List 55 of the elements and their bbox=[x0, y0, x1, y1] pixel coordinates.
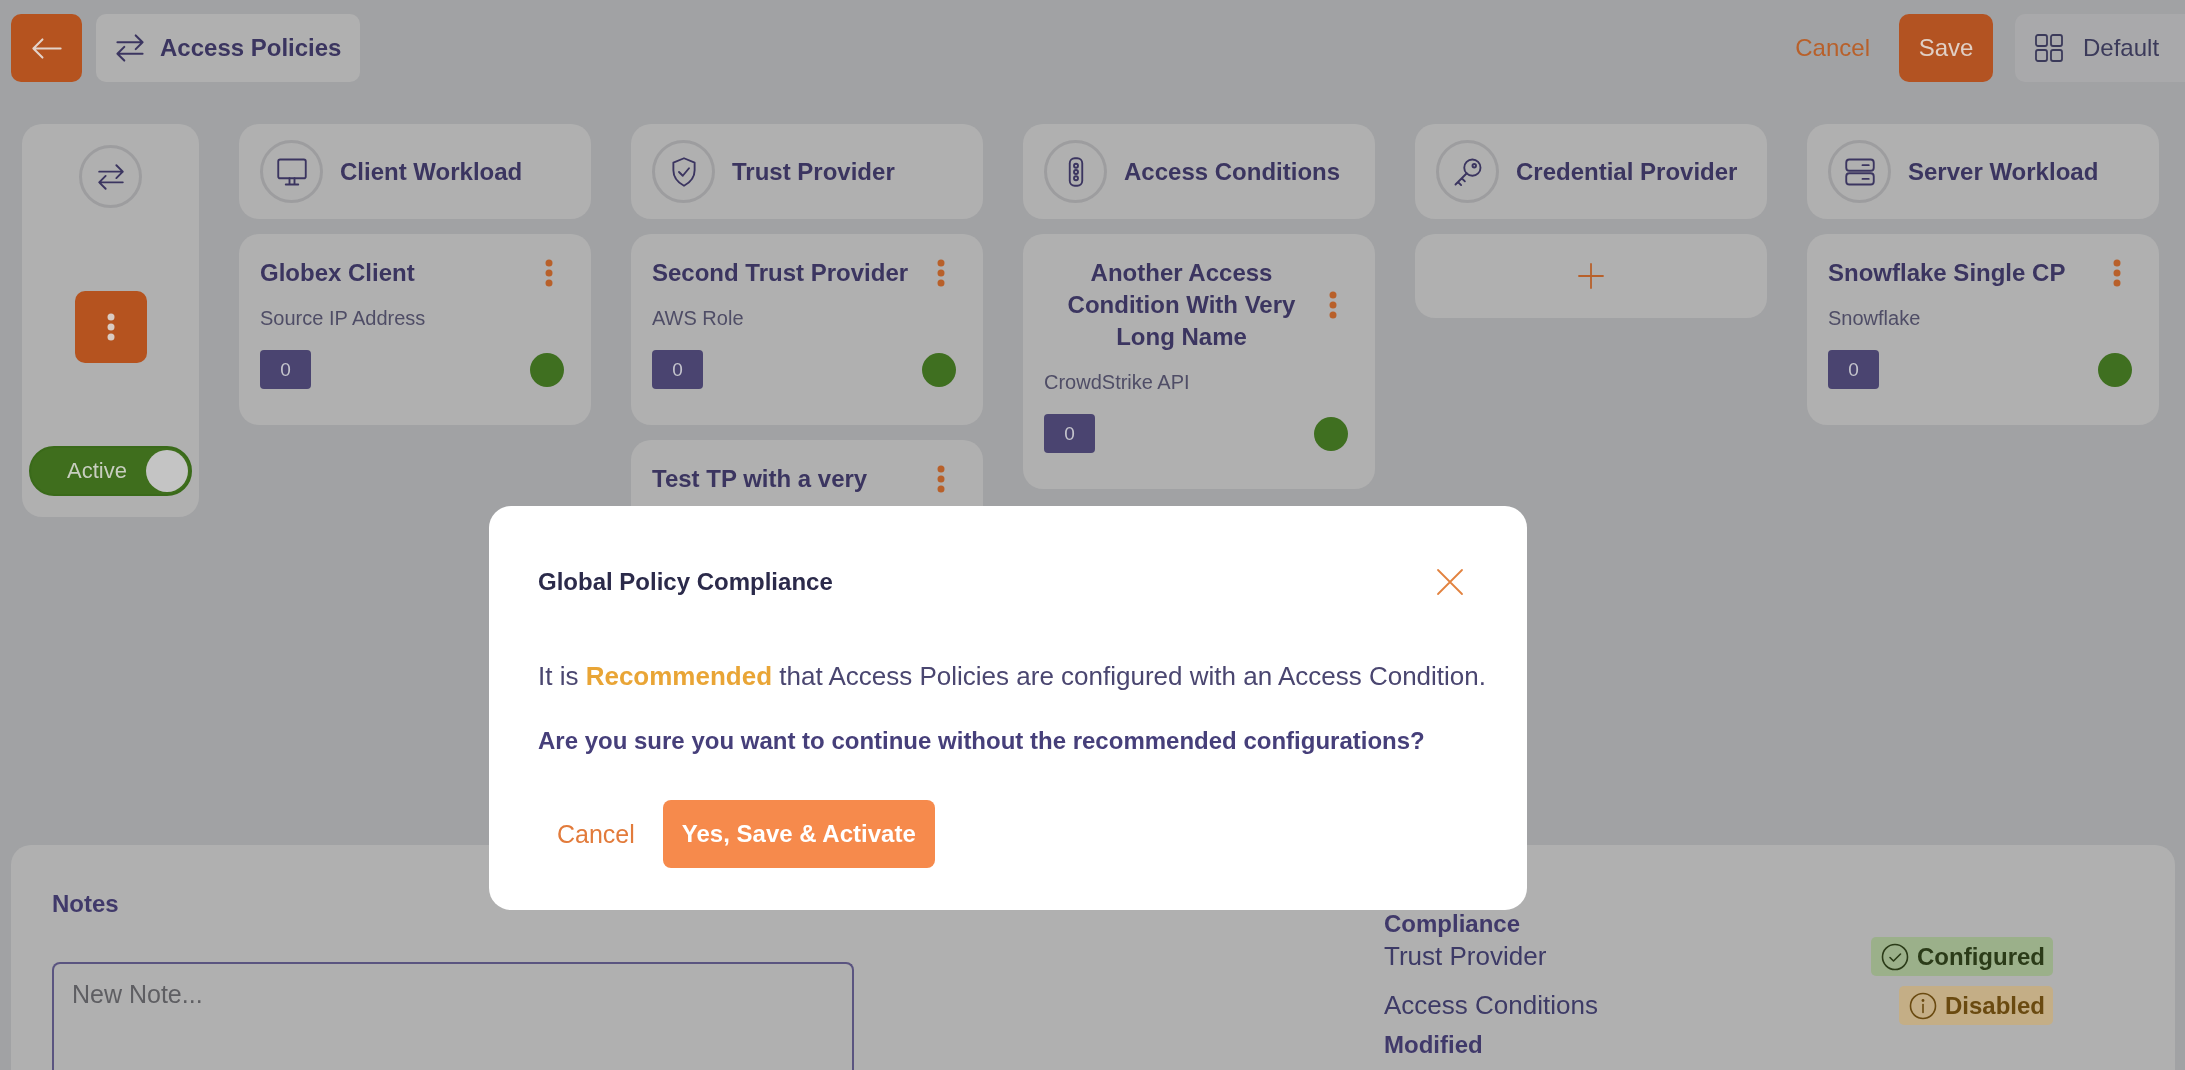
close-icon bbox=[1436, 568, 1464, 596]
item-title: Snowflake Single CP bbox=[1828, 258, 2066, 288]
confirm-button[interactable]: Yes, Save & Activate bbox=[662, 800, 935, 868]
item-type: CrowdStrike API bbox=[1044, 370, 1191, 394]
column-title: Access Conditions bbox=[1124, 157, 1341, 186]
page-title: Access Policies bbox=[160, 34, 342, 62]
item-card[interactable]: Snowflake Single CP Snowflake 0 bbox=[1807, 234, 2159, 425]
dialog-message: It is Recommended that Access Policies are configured with an Access Condition. bbox=[538, 660, 1487, 692]
dots-vertical-icon[interactable] bbox=[2113, 259, 2121, 287]
item-title: Second Trust Provider bbox=[652, 258, 909, 288]
column-title: Server Workload bbox=[1908, 157, 2099, 186]
dots-vertical-icon[interactable] bbox=[1329, 291, 1337, 319]
item-count: 0 bbox=[1044, 414, 1095, 453]
dots-vertical-icon[interactable] bbox=[937, 259, 945, 287]
item-title: Globex Client bbox=[260, 258, 415, 288]
item-card[interactable]: Globex Client Source IP Address 0 bbox=[239, 234, 591, 425]
item-type: Source IP Address bbox=[260, 306, 427, 330]
item-count: 0 bbox=[260, 350, 311, 389]
close-button[interactable] bbox=[1436, 568, 1464, 596]
check-circle-icon bbox=[1881, 942, 1909, 971]
dots-vertical-icon bbox=[106, 313, 115, 341]
compliance-title: Compliance bbox=[1384, 913, 1522, 935]
item-type: Snowflake bbox=[1828, 306, 1922, 330]
column-title: Trust Provider bbox=[732, 157, 895, 186]
item-type: AWS Role bbox=[652, 306, 745, 330]
modified-title: Modified bbox=[1384, 1030, 1484, 1060]
status-toggle[interactable]: Active bbox=[29, 446, 192, 496]
swap-arrows-icon bbox=[114, 32, 146, 64]
item-title: Another Access Condition With Very Long Name bbox=[1066, 258, 1297, 352]
compliance-label: Trust Provider bbox=[1384, 941, 1547, 972]
save-button[interactable]: Save bbox=[1899, 14, 1993, 82]
plus-icon bbox=[1578, 263, 1604, 289]
more-button[interactable] bbox=[74, 291, 147, 363]
note-field[interactable]: New Note... bbox=[52, 962, 854, 1070]
status-text: Disabled bbox=[1944, 991, 2045, 1020]
back-button[interactable] bbox=[11, 14, 82, 82]
item-card[interactable]: Another Access Condition With Very Long Name CrowdStrike API 0 bbox=[1023, 234, 1375, 489]
dots-vertical-icon[interactable] bbox=[937, 465, 945, 493]
item-card[interactable]: Second Trust Provider AWS Role 0 bbox=[631, 234, 983, 425]
layout-button[interactable]: Default bbox=[2015, 14, 2185, 82]
notes-title: Notes bbox=[52, 889, 120, 919]
cancel-button[interactable]: Cancel bbox=[538, 800, 654, 868]
arrow-left-icon bbox=[30, 35, 63, 61]
grid-icon bbox=[2035, 34, 2063, 62]
info-circle-icon bbox=[1908, 991, 1937, 1020]
item-title: Test TP with a very bbox=[652, 464, 868, 494]
status-text: Configured bbox=[1917, 942, 2045, 971]
column-title: Client Workload bbox=[340, 157, 523, 186]
item-count: 0 bbox=[652, 350, 703, 389]
dots-vertical-icon[interactable] bbox=[545, 259, 553, 287]
item-count: 0 bbox=[1828, 350, 1879, 389]
column-title: Credential Provider bbox=[1516, 157, 1738, 186]
dialog-question: Are you sure you want to continue without the recommended configurations? bbox=[538, 726, 1426, 756]
compliance-label: Access Conditions bbox=[1384, 990, 1598, 1021]
dialog-title: Global Policy Compliance bbox=[538, 568, 833, 596]
